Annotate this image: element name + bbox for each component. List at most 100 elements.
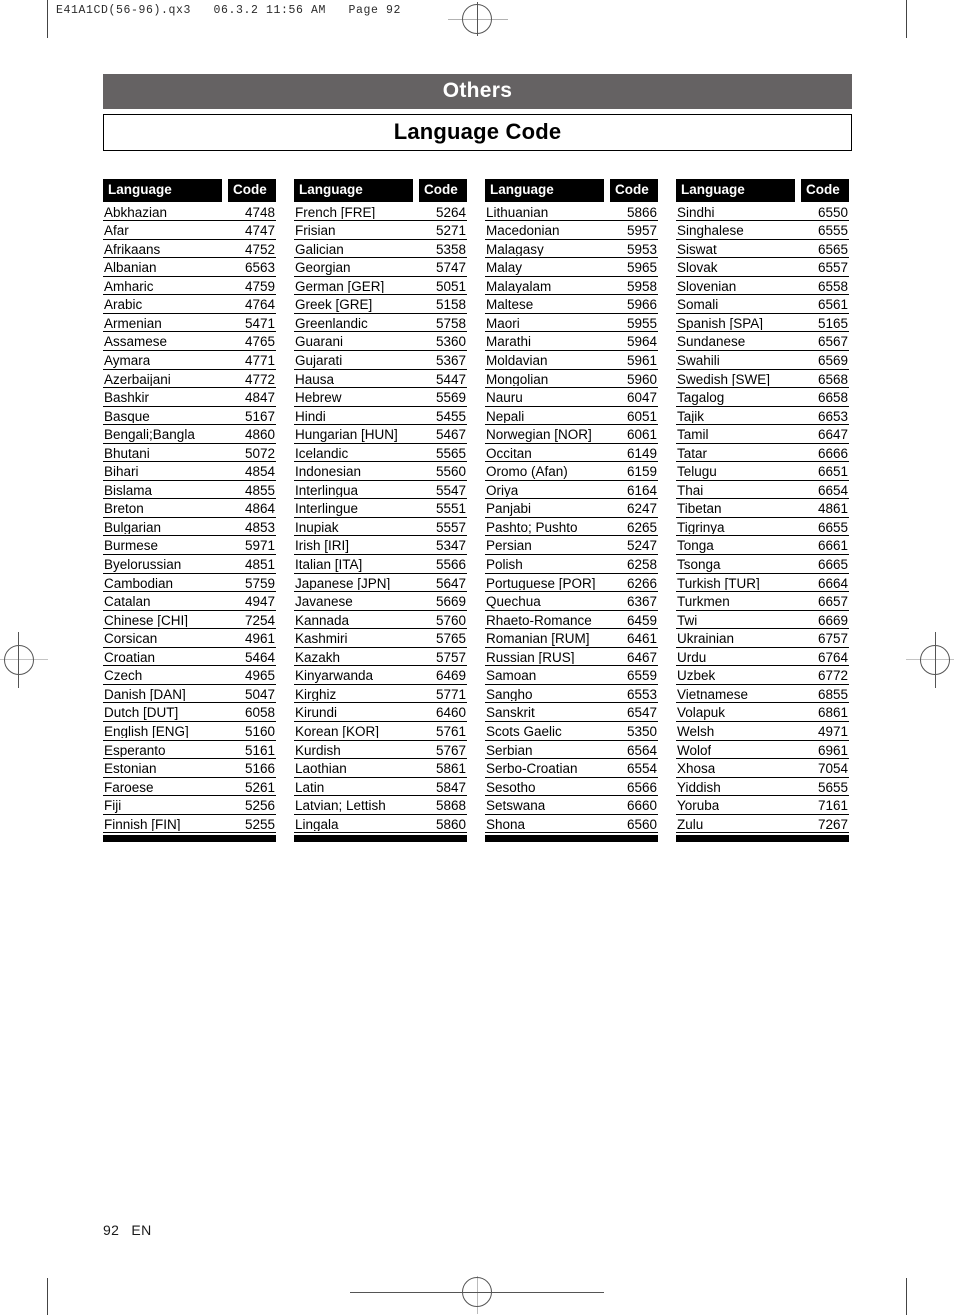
table-row: Norwegian [NOR] 6061 bbox=[485, 425, 658, 444]
cell-language: Kashmiri bbox=[295, 632, 348, 646]
table-row: Uzbek 6772 bbox=[676, 666, 849, 685]
cell-code: 6653 bbox=[817, 408, 848, 424]
cell-code: 4860 bbox=[244, 427, 275, 443]
table-row: Siswat 6565 bbox=[676, 240, 849, 259]
cell-code: 6159 bbox=[626, 464, 657, 480]
cell-code: 4771 bbox=[244, 353, 275, 369]
cell-code: 5072 bbox=[244, 445, 275, 461]
cell-language: Vietnamese bbox=[677, 687, 749, 702]
cell-language: Kirundi bbox=[295, 706, 338, 720]
table-row: Oromo (Afan) 6159 bbox=[485, 462, 658, 481]
table-row: Hebrew 5569 bbox=[294, 388, 467, 407]
cell-code: 7267 bbox=[817, 816, 848, 832]
table-header-row: Language Code bbox=[676, 179, 849, 202]
cell-language: Persian bbox=[486, 539, 532, 553]
cell-language: Pashto; Pushto bbox=[486, 520, 578, 535]
table-row: Moldavian 5961 bbox=[485, 351, 658, 370]
cell-language: Georgian bbox=[295, 261, 351, 275]
cell-code: 5261 bbox=[244, 779, 275, 795]
registration-mark-bottom bbox=[462, 1277, 492, 1307]
cell-language: Hebrew bbox=[295, 391, 342, 405]
cell-code: 6164 bbox=[626, 482, 657, 498]
cell-language: Czech bbox=[104, 669, 143, 683]
table-row: Fiji 5256 bbox=[103, 796, 276, 815]
table-row: Kurdish 5767 bbox=[294, 741, 467, 760]
cell-language: Hausa bbox=[295, 372, 335, 387]
cell-language: Kirghiz bbox=[295, 687, 337, 702]
cell-code: 5765 bbox=[435, 631, 466, 647]
cell-language: Slovak bbox=[677, 261, 718, 275]
cell-language: Inupiak bbox=[295, 520, 339, 535]
cell-code: 5964 bbox=[626, 334, 657, 350]
cell-code: 6855 bbox=[817, 686, 848, 702]
cell-language: Kinyarwanda bbox=[295, 669, 374, 683]
cell-language: Javanese bbox=[295, 595, 353, 609]
table-row: Rhaeto-Romance 6459 bbox=[485, 611, 658, 630]
cell-code: 5960 bbox=[626, 371, 657, 387]
cell-language: Singhalese bbox=[677, 224, 744, 238]
cell-language: Bengali;Bangla bbox=[104, 428, 195, 442]
cell-code: 6557 bbox=[817, 260, 848, 276]
trim-mark-right-top bbox=[906, 0, 907, 38]
cell-code: 4772 bbox=[244, 371, 275, 387]
table-row: Tibetan 4861 bbox=[676, 499, 849, 518]
cell-language: Danish [DAN] bbox=[104, 687, 186, 702]
table-row: Ukrainian 6757 bbox=[676, 629, 849, 648]
cell-language: Tigrinya bbox=[677, 520, 725, 535]
cell-code: 5161 bbox=[244, 742, 275, 758]
cell-language: Twi bbox=[677, 613, 698, 628]
cell-language: Croatian bbox=[104, 650, 156, 665]
cell-code: 5761 bbox=[435, 723, 466, 739]
cell-code: 6561 bbox=[817, 297, 848, 313]
cell-code: 5551 bbox=[435, 501, 466, 517]
cell-code: 5360 bbox=[435, 334, 466, 350]
cell-language: Marathi bbox=[486, 335, 532, 349]
table-row: Macedonian 5957 bbox=[485, 221, 658, 240]
cell-code: 6061 bbox=[626, 427, 657, 443]
cell-code: 6367 bbox=[626, 594, 657, 610]
table-row: Maori 5955 bbox=[485, 314, 658, 333]
table-row: Shona 6560 bbox=[485, 815, 658, 834]
cell-language: Rhaeto-Romance bbox=[486, 613, 592, 628]
cell-code: 4851 bbox=[244, 557, 275, 573]
cell-language: Moldavian bbox=[486, 354, 548, 368]
table-row: Galician 5358 bbox=[294, 240, 467, 259]
cell-language: Afrikaans bbox=[104, 242, 161, 257]
table-row: Greenlandic 5758 bbox=[294, 314, 467, 333]
cell-code: 5565 bbox=[435, 445, 466, 461]
cell-language: Sindhi bbox=[677, 205, 715, 220]
table-row: Yiddish 5655 bbox=[676, 778, 849, 797]
table-row: Chinese [CHI] 7254 bbox=[103, 611, 276, 630]
cell-code: 5868 bbox=[435, 798, 466, 814]
cell-language: Somali bbox=[677, 298, 719, 312]
cell-code: 4861 bbox=[817, 501, 848, 517]
table-row: Slovak 6557 bbox=[676, 258, 849, 277]
cell-code: 5958 bbox=[626, 278, 657, 294]
cell-language: English [ENG] bbox=[104, 724, 189, 739]
cell-code: 6657 bbox=[817, 594, 848, 610]
table-row: Turkish [TUR] 6664 bbox=[676, 574, 849, 593]
cell-language: Turkmen bbox=[677, 595, 730, 609]
cell-code: 4847 bbox=[244, 390, 275, 406]
table-header-row: Language Code bbox=[294, 179, 467, 202]
cell-code: 5847 bbox=[435, 779, 466, 795]
cell-language: Latin bbox=[295, 780, 325, 795]
table-row: Bashkir 4847 bbox=[103, 388, 276, 407]
cell-code: 6861 bbox=[817, 705, 848, 721]
cell-language: Finnish [FIN] bbox=[104, 817, 181, 832]
table-row: Romanian [RUM] 6461 bbox=[485, 629, 658, 648]
table-row: Bhutani 5072 bbox=[103, 444, 276, 463]
table-row: Pashto; Pushto 6265 bbox=[485, 518, 658, 537]
cell-code: 6467 bbox=[626, 649, 657, 665]
table-row: Twi 6669 bbox=[676, 611, 849, 630]
footer-page-number: 92 bbox=[103, 1222, 120, 1238]
cell-code: 6664 bbox=[817, 575, 848, 591]
table-row: Burmese 5971 bbox=[103, 536, 276, 556]
cell-code: 5747 bbox=[435, 260, 466, 276]
cell-code: 5669 bbox=[435, 594, 466, 610]
cell-language: Turkish [TUR] bbox=[677, 576, 760, 591]
cell-language: Spanish [SPA] bbox=[677, 316, 764, 331]
table-row: Javanese 5669 bbox=[294, 592, 467, 611]
table-row: Frisian 5271 bbox=[294, 221, 467, 240]
cell-code: 5961 bbox=[626, 353, 657, 369]
